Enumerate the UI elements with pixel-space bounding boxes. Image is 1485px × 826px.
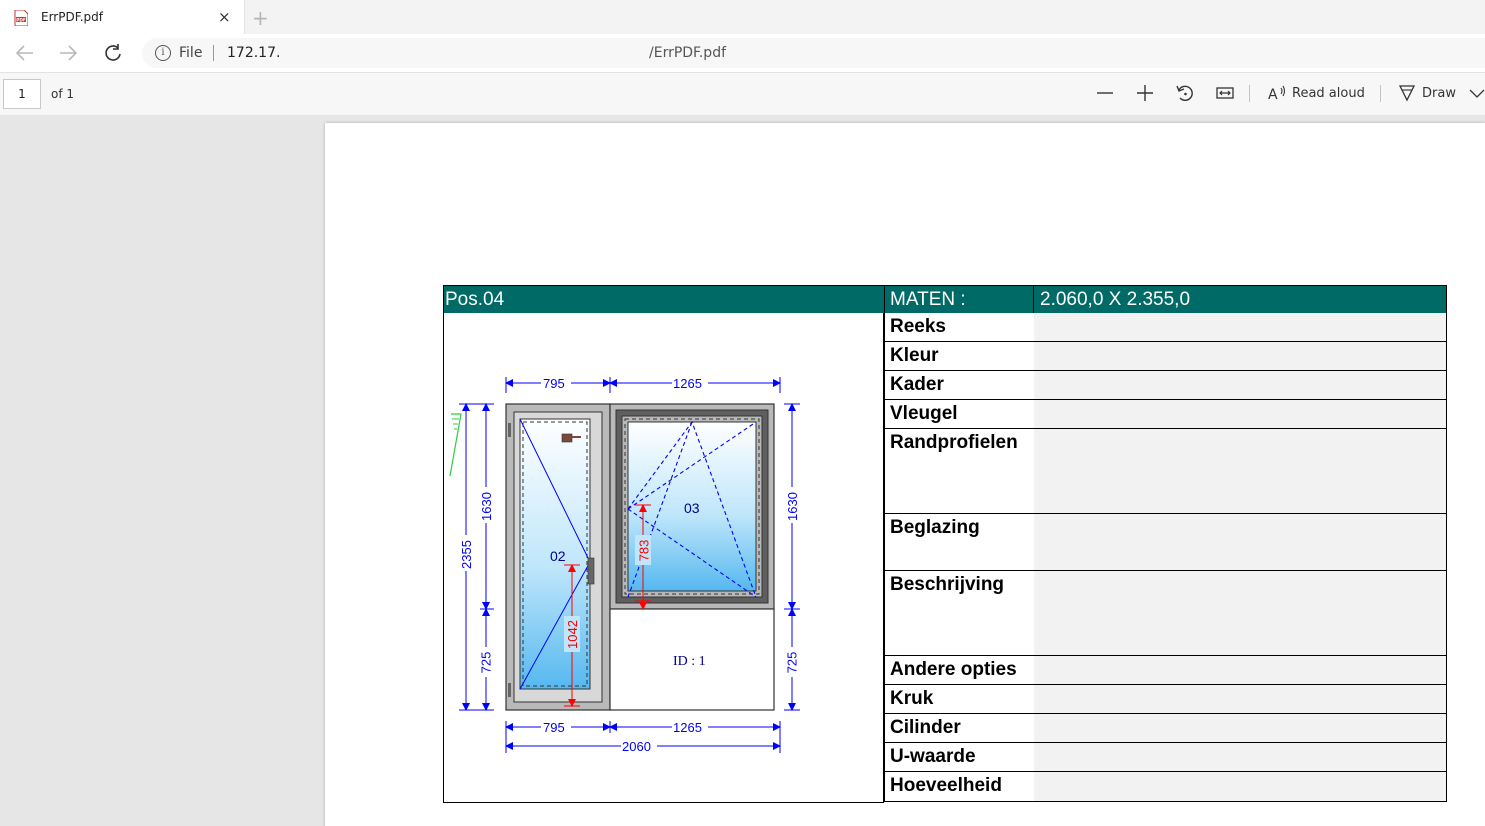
spec-row-hoeveelheid: Hoeveelheid: [884, 772, 1447, 802]
fit-width-icon[interactable]: [1214, 82, 1236, 104]
row-value: [1034, 400, 1446, 428]
spec-row-beschrijving: Beschrijving: [884, 571, 1447, 656]
panel-id: ID : 1: [673, 654, 706, 669]
row-value: [1034, 342, 1446, 370]
row-value: [1034, 571, 1446, 655]
svg-text:A: A: [1268, 87, 1278, 103]
door-handle-icon: [587, 557, 595, 585]
spec-row-andere-opties: Andere opties: [884, 656, 1447, 685]
spec-table: Reeks Kleur Kader Vleugel Randprofielen …: [884, 313, 1448, 803]
row-label: Randprofielen: [890, 432, 1018, 453]
tab-strip: PDF ErrPDF.pdf × +: [0, 0, 1485, 34]
dim-bottom-right: 1265: [673, 720, 702, 735]
sheet-header: Pos.04 MATEN : 2.060,0 X 2.355,0: [443, 285, 1447, 315]
row-value: [1034, 743, 1446, 771]
draw-label[interactable]: Draw: [1422, 86, 1456, 101]
row-label: Andere opties: [890, 659, 1017, 680]
dim-total-height: 2355: [458, 540, 474, 569]
row-value: [1034, 714, 1446, 742]
row-value: [1034, 313, 1446, 341]
row-value: [1034, 772, 1446, 801]
tab-errpdf[interactable]: PDF ErrPDF.pdf ×: [0, 0, 245, 34]
tab-close-icon[interactable]: ×: [218, 8, 231, 26]
dim-upper-right: 1630: [784, 492, 800, 521]
row-label: Kleur: [890, 345, 939, 366]
spec-row-beglazing: Beglazing: [884, 514, 1447, 571]
dim-lower-left: 725: [478, 651, 494, 674]
spec-row-kruk: Kruk: [884, 685, 1447, 714]
dim-top-right: 1265: [673, 376, 702, 391]
rotate-icon[interactable]: [1174, 82, 1196, 104]
row-label: Beschrijving: [890, 574, 1005, 595]
handle-height-door: 1042: [564, 620, 580, 649]
row-label: U-waarde: [890, 746, 976, 767]
maten-value: 2.060,0 X 2.355,0: [1040, 289, 1191, 310]
dim-upper-left: 1630: [478, 492, 494, 521]
row-label: Reeks: [890, 316, 946, 337]
dim-bottom-left: 795: [543, 720, 565, 735]
toolbar-separator: [1249, 85, 1250, 102]
handle-height-window: 783: [636, 539, 652, 562]
refresh-icon[interactable]: [102, 43, 124, 63]
spec-row-cilinder: Cilinder: [884, 714, 1447, 743]
read-aloud-label[interactable]: Read aloud: [1292, 86, 1365, 101]
row-value: [1034, 685, 1446, 713]
spec-row-kleur: Kleur: [884, 342, 1447, 371]
address-scheme: File: [179, 45, 203, 61]
draw-icon[interactable]: [1396, 82, 1418, 104]
read-aloud-icon[interactable]: A: [1266, 82, 1288, 104]
row-label: Vleugel: [890, 403, 958, 424]
page-count: of 1: [51, 87, 75, 101]
position-label: Pos.04: [445, 289, 505, 310]
address-separator: [213, 45, 214, 61]
dim-total-width: 2060: [622, 739, 651, 754]
spec-row-randprofielen: Randprofielen: [884, 429, 1447, 514]
dim-top-left: 795: [543, 376, 565, 391]
pdf-file-icon: PDF: [14, 10, 28, 26]
address-path: /ErrPDF.pdf: [649, 45, 727, 61]
row-label: Hoeveelheid: [890, 775, 1002, 796]
window-spec-sheet: Pos.04 MATEN : 2.060,0 X 2.355,0 795 126…: [443, 285, 1448, 803]
row-value: [1034, 371, 1446, 399]
maten-label: MATEN :: [890, 289, 966, 310]
row-label: Kader: [890, 374, 944, 395]
toolbar-separator: [1380, 85, 1381, 102]
address-bar[interactable]: i File 172.17. /ErrPDF.pdf: [142, 38, 1485, 68]
chevron-down-icon[interactable]: [1466, 82, 1485, 104]
spec-row-vleugel: Vleugel: [884, 400, 1447, 429]
row-value: [1034, 514, 1446, 570]
row-label: Cilinder: [890, 717, 961, 738]
svg-text:PDF: PDF: [16, 17, 26, 22]
row-label: Kruk: [890, 688, 934, 709]
page-number-input[interactable]: 1: [3, 79, 41, 109]
spec-row-u-waarde: U-waarde: [884, 743, 1447, 772]
opening-indicator-icon: [449, 413, 462, 477]
window-label: 03: [684, 500, 700, 516]
row-value: [1034, 656, 1446, 684]
row-label: Beglazing: [890, 517, 980, 538]
pdf-toolbar: 1 of 1 A Read aloud Draw: [0, 72, 1485, 116]
header-divider: [884, 286, 885, 315]
dim-lower-right: 725: [784, 651, 800, 674]
tab-title: ErrPDF.pdf: [41, 10, 103, 24]
info-icon[interactable]: i: [155, 45, 171, 61]
spec-row-kader: Kader: [884, 371, 1447, 400]
row-value: [1034, 429, 1446, 513]
address-host: 172.17.: [227, 45, 281, 61]
navigation-bar: i File 172.17. /ErrPDF.pdf: [0, 34, 1485, 72]
zoom-in-icon[interactable]: [1134, 82, 1156, 104]
door-lock-icon: [561, 433, 573, 443]
spec-row-reeks: Reeks: [884, 313, 1447, 342]
zoom-out-icon[interactable]: [1094, 82, 1116, 104]
window-drawing-svg: [449, 375, 800, 753]
door-label: 02: [550, 548, 566, 564]
forward-icon[interactable]: [57, 43, 79, 63]
back-icon[interactable]: [14, 43, 36, 63]
new-tab-icon[interactable]: +: [252, 6, 269, 30]
window-drawing: 795 1265 795 1265 2060 2355 1630 725 163…: [443, 313, 884, 803]
header-divider: [1033, 286, 1034, 315]
